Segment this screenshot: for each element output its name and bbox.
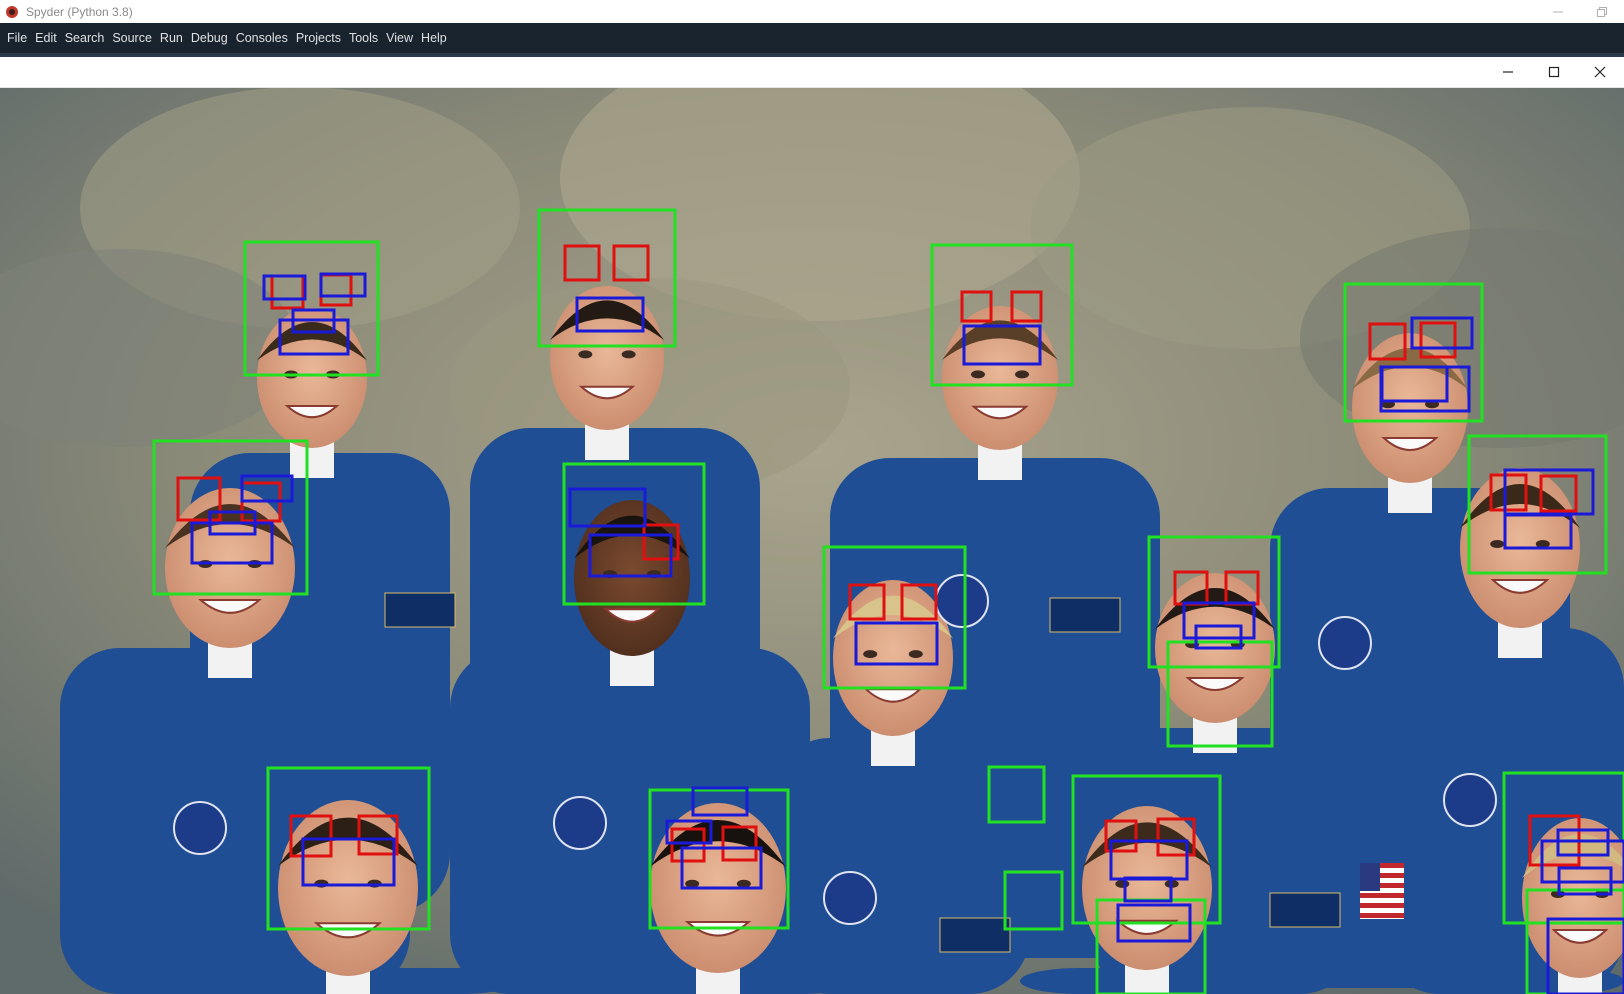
flag-stripe	[1360, 913, 1404, 918]
image-minimize-button[interactable]	[1485, 57, 1531, 87]
app-restore-button[interactable]	[1580, 0, 1624, 23]
name-tag	[939, 917, 1011, 953]
nasa-patch	[1443, 773, 1497, 827]
name-tag	[1269, 892, 1341, 928]
eye	[1015, 370, 1030, 379]
spyder-logo-icon	[6, 5, 18, 18]
menu-run[interactable]: Run	[156, 23, 187, 53]
app-window-controls	[1536, 0, 1624, 23]
flag-stripe	[1360, 903, 1404, 908]
menu-projects[interactable]: Projects	[292, 23, 345, 53]
app-title: Spyder (Python 3.8)	[26, 4, 133, 19]
menu-edit[interactable]: Edit	[31, 23, 61, 53]
astronaut-photo	[0, 88, 1624, 994]
image-maximize-button[interactable]	[1531, 57, 1577, 87]
menu-source[interactable]: Source	[108, 23, 156, 53]
eye	[578, 350, 593, 359]
menu-view[interactable]: View	[382, 23, 417, 53]
eye	[621, 350, 636, 359]
image-canvas	[0, 88, 1624, 994]
image-window-titlebar[interactable]	[0, 57, 1624, 88]
menu-debug[interactable]: Debug	[187, 23, 232, 53]
nasa-patch	[823, 871, 877, 925]
flag-stripe	[1360, 893, 1404, 898]
menubar: File Edit Search Source Run Debug Consol…	[0, 23, 1624, 53]
nasa-patch	[1318, 616, 1372, 670]
menu-search[interactable]: Search	[61, 23, 109, 53]
eye	[1490, 540, 1505, 548]
eye	[970, 370, 985, 379]
flag-canton	[1360, 863, 1380, 891]
nasa-patch	[173, 801, 227, 855]
menu-help[interactable]: Help	[417, 23, 451, 53]
name-tag	[1049, 597, 1121, 633]
eye	[863, 650, 878, 659]
minimize-icon	[1503, 71, 1513, 73]
eye	[908, 650, 923, 659]
eye	[1115, 879, 1130, 888]
image-viewer-window	[0, 57, 1624, 994]
nasa-patch	[553, 796, 607, 850]
menu-file[interactable]: File	[3, 23, 31, 53]
app-titlebar: Spyder (Python 3.8)	[0, 0, 1624, 23]
restore-icon	[1597, 6, 1607, 17]
app-minimize-button[interactable]	[1536, 0, 1580, 23]
maximize-icon	[1548, 66, 1560, 78]
minimize-icon	[1553, 11, 1563, 12]
flight-suit	[770, 738, 1030, 994]
menu-consoles[interactable]: Consoles	[232, 23, 292, 53]
nasa-patch	[935, 574, 989, 628]
image-close-button[interactable]	[1577, 57, 1623, 87]
close-icon	[1594, 66, 1606, 78]
name-tag	[384, 592, 456, 628]
menu-tools[interactable]: Tools	[345, 23, 382, 53]
